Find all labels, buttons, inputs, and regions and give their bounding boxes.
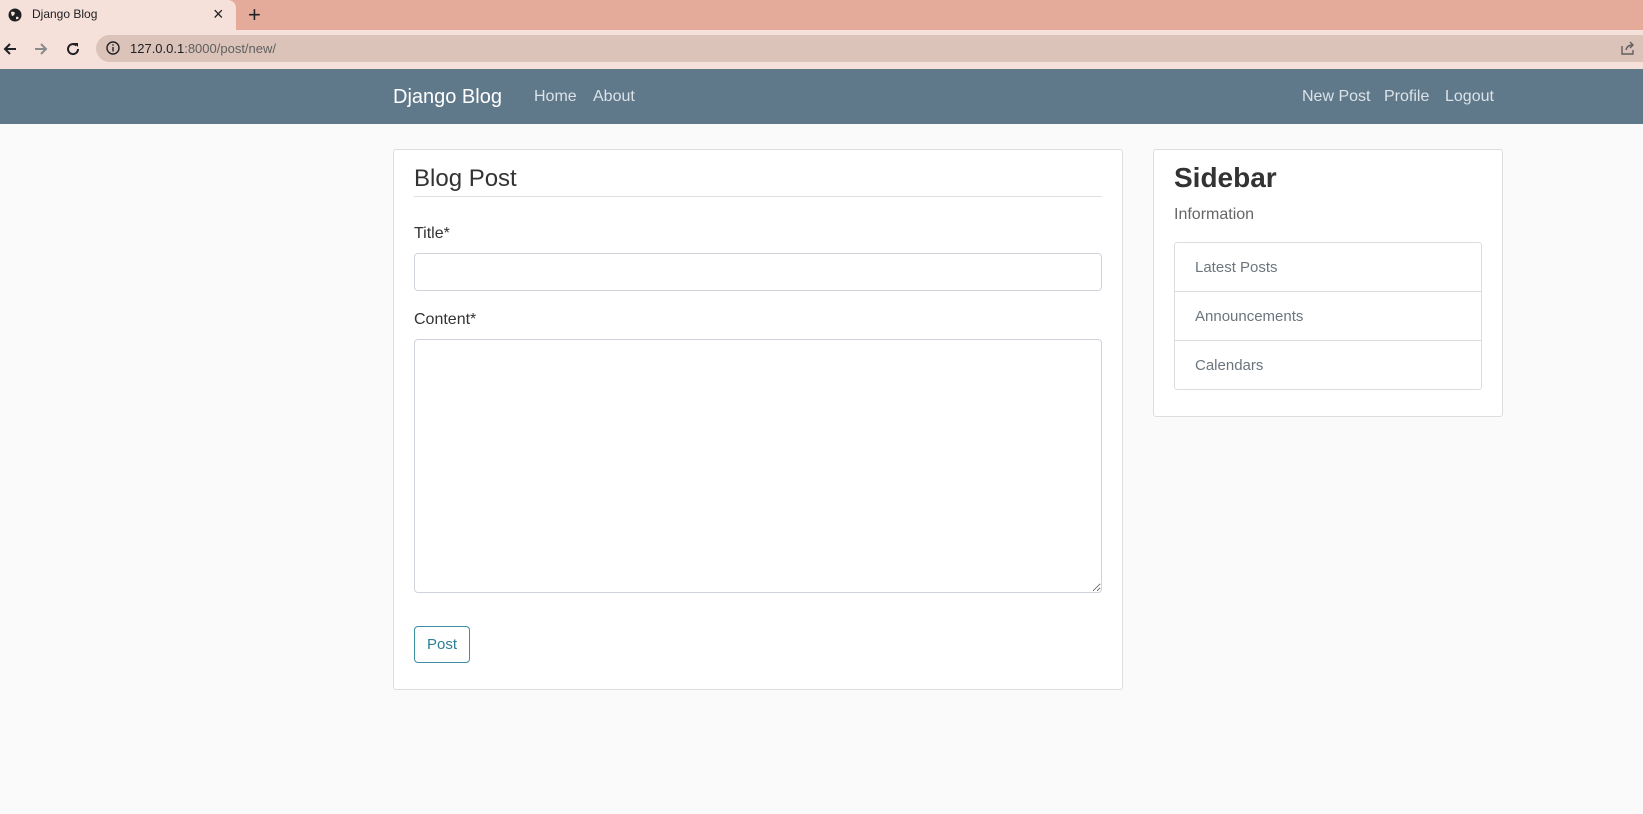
heading-divider xyxy=(414,196,1102,197)
info-icon[interactable] xyxy=(106,41,120,55)
url-path: :8000/post/new/ xyxy=(184,41,277,56)
sidebar-item-announcements[interactable]: Announcements xyxy=(1175,292,1481,341)
nav-profile-link[interactable]: Profile xyxy=(1384,88,1429,106)
sidebar-list: Latest Posts Announcements Calendars xyxy=(1174,242,1482,390)
browser-toolbar: 127.0.0.1:8000/post/new/ xyxy=(0,30,1643,69)
sidebar-item-calendars[interactable]: Calendars xyxy=(1175,341,1481,390)
sidebar-item-latest-posts[interactable]: Latest Posts xyxy=(1175,243,1481,292)
site-navbar: Django Blog Home About New Post Profile … xyxy=(0,69,1643,124)
nav-about-link[interactable]: About xyxy=(593,88,635,106)
nav-logout-link[interactable]: Logout xyxy=(1445,88,1494,106)
url-text: 127.0.0.1:8000/post/new/ xyxy=(130,41,276,56)
globe-icon xyxy=(8,8,22,22)
share-icon[interactable] xyxy=(1620,41,1636,56)
browser-tab[interactable]: Django Blog × xyxy=(0,0,236,30)
nav-home-link[interactable]: Home xyxy=(534,88,577,106)
new-tab-button[interactable]: + xyxy=(248,3,261,27)
form-heading: Blog Post xyxy=(414,165,517,192)
browser-tab-strip: Django Blog × + xyxy=(0,0,1643,30)
sidebar-subtitle: Information xyxy=(1174,206,1255,223)
url-host: 127.0.0.1 xyxy=(130,41,185,56)
arrow-right-icon[interactable] xyxy=(32,40,50,58)
post-button[interactable]: Post xyxy=(414,626,470,663)
nav-new-post-link[interactable]: New Post xyxy=(1302,88,1370,106)
arrow-left-icon[interactable] xyxy=(1,40,19,58)
sidebar-title: Sidebar xyxy=(1174,162,1277,193)
tab-title: Django Blog xyxy=(32,7,98,21)
address-bar[interactable]: 127.0.0.1:8000/post/new/ xyxy=(96,35,1643,62)
sidebar: Sidebar Information Latest Posts Announc… xyxy=(1153,149,1503,417)
close-tab-icon[interactable]: × xyxy=(213,4,224,24)
title-input[interactable] xyxy=(414,253,1102,291)
brand-link[interactable]: Django Blog xyxy=(393,86,502,109)
content-textarea[interactable] xyxy=(414,339,1102,593)
title-label: Title* xyxy=(414,225,450,242)
post-form-card: Blog Post Title* Content* Post xyxy=(393,149,1123,690)
reload-icon[interactable] xyxy=(64,40,82,58)
content-label: Content* xyxy=(414,311,477,328)
